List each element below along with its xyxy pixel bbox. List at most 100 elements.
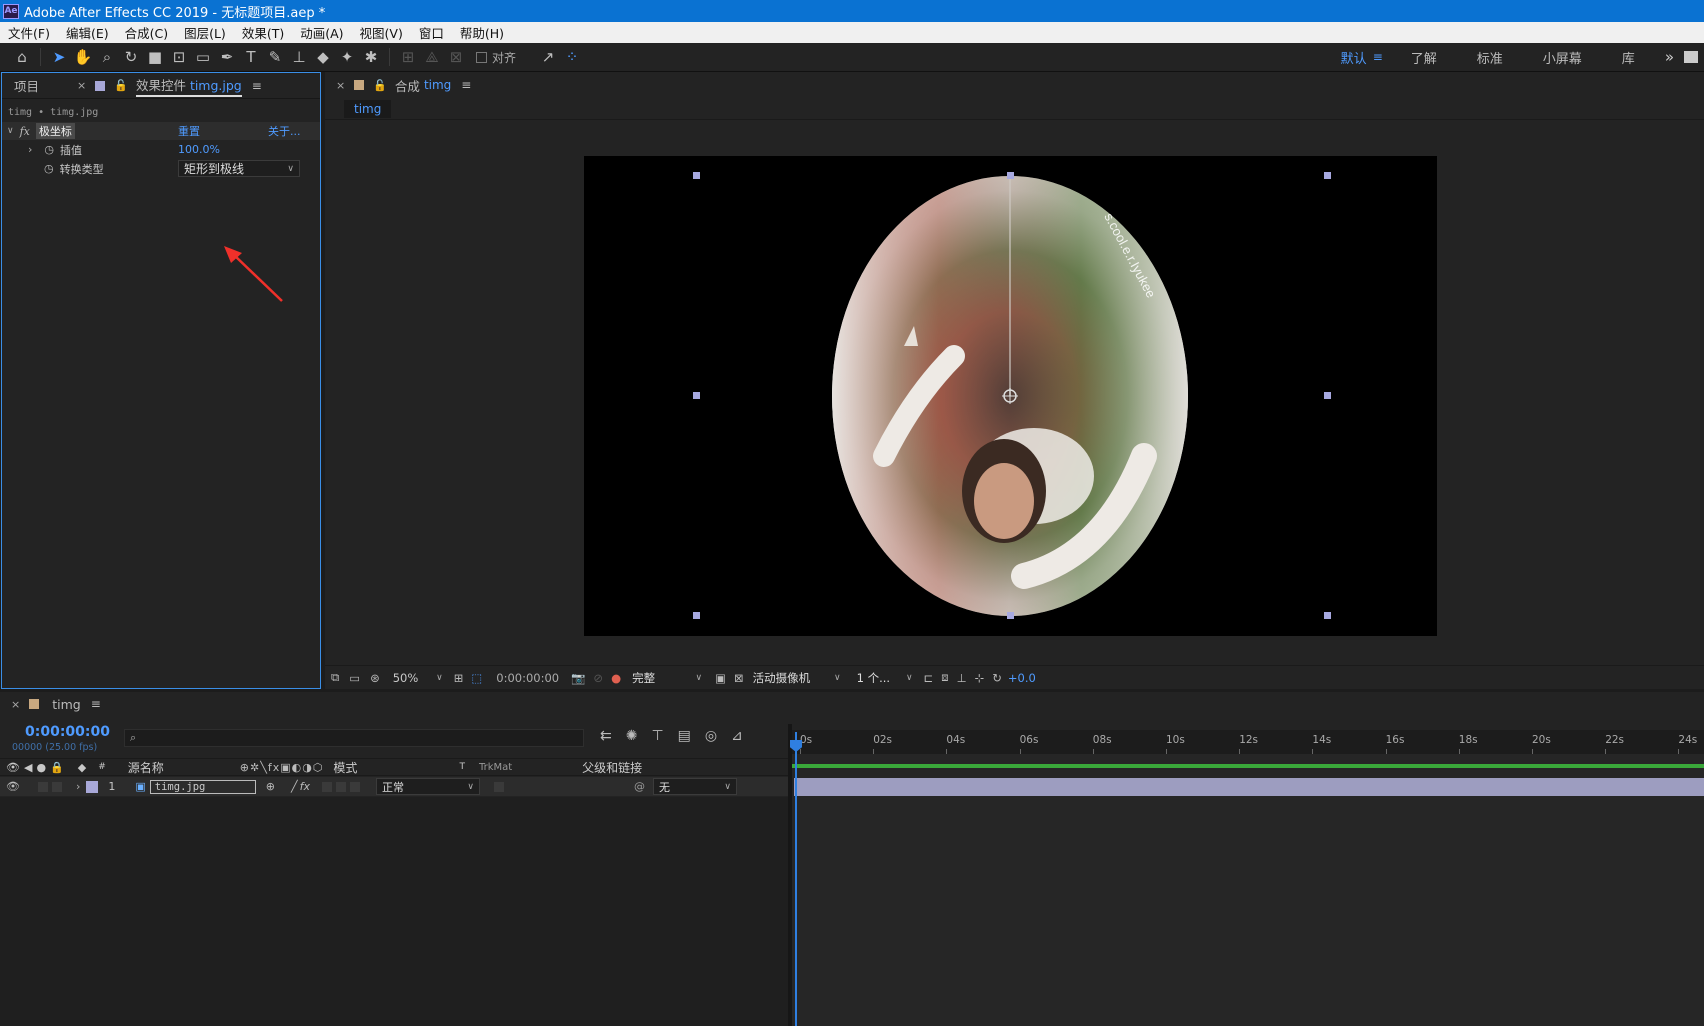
layer-search[interactable]: ⌕ [124,729,584,747]
exposure-value[interactable]: +0.0 [1008,671,1036,685]
layer-handle[interactable] [693,172,700,179]
frame-blending-icon[interactable]: ▤ [678,728,691,744]
about-link[interactable]: 关于... [268,123,301,139]
snap-edges-icon[interactable]: ↗ [536,46,560,68]
layer-handle[interactable] [1324,172,1331,179]
menu-edit[interactable]: 编辑(E) [58,23,117,42]
menu-composition[interactable]: 合成(C) [117,23,176,42]
workspace-overflow-icon[interactable]: » [1665,48,1674,66]
workspace-menu-icon[interactable]: ≡ [1373,50,1383,64]
menu-animation[interactable]: 动画(A) [292,23,351,42]
rotate-tool-icon[interactable]: ↻ [119,46,143,68]
fx-switch-icon[interactable]: fx [300,780,310,793]
workspace-learn[interactable]: 了解 [1391,48,1457,67]
table-row[interactable]: 👁 › 1 ▣ timg.jpg ⊕ ╱ fx 正常 ∨ @ 无 ∨ [0,777,790,796]
clone-stamp-tool-icon[interactable]: ⊥ [287,46,311,68]
switch-box[interactable] [322,781,333,792]
interpolation-value[interactable]: 100.0% [178,143,220,156]
track-area[interactable] [792,796,1704,1026]
menu-file[interactable]: 文件(F) [0,23,58,42]
switch-box[interactable] [336,781,347,792]
pick-whip-icon[interactable]: @ [634,780,645,793]
stopwatch-icon[interactable]: ◷ [44,162,54,175]
workspace-standard[interactable]: 标准 [1457,48,1523,67]
snapping-toggle[interactable]: 对齐 [476,49,516,66]
layer-name[interactable]: timg.jpg [149,779,256,794]
show-snapshot-icon[interactable]: ⊘ [593,671,603,685]
reset-exposure-icon[interactable]: ↻ [992,671,1002,685]
views-dropdown[interactable]: 1 个... ∨ [852,669,918,686]
lock-icon[interactable]: 🔓 [373,79,387,92]
parent-dropdown[interactable]: 无 ∨ [653,778,738,795]
toggle-pixel-aspect-icon[interactable]: ⊏ [924,671,934,685]
flowchart-icon[interactable]: ⊹ [975,671,985,685]
stopwatch-icon[interactable]: ◷ [44,143,54,156]
solo-icon[interactable]: ● [36,761,46,774]
menu-help[interactable]: 帮助(H) [452,23,512,42]
resolution-dropdown[interactable]: 完整 ∨ [627,669,707,686]
source-name-header[interactable]: 源名称 [128,759,164,776]
close-tab-icon[interactable]: × [77,79,86,92]
menu-window[interactable]: 窗口 [411,23,452,42]
reset-link[interactable]: 重置 [178,123,200,139]
layer-duration-bar[interactable] [794,778,1704,796]
close-tab-icon[interactable]: × [11,698,20,711]
puppet-pin-tool-icon[interactable]: ✱ [359,46,383,68]
title-action-safe-icon[interactable]: ⬚ [471,671,482,685]
lock-column-icon[interactable]: 🔒 [50,761,64,774]
graph-editor-icon[interactable]: ⊿ [731,728,743,744]
shy-layers-icon[interactable]: ⊤ [651,728,663,744]
motion-blur-icon[interactable]: ◎ [705,728,717,744]
tab-composition[interactable]: timg [424,78,451,92]
fast-previews-icon[interactable]: ⧈ [941,670,948,685]
tab-effect-controls[interactable]: 效果控件 timg.jpg [135,75,242,97]
playhead-line[interactable] [795,732,797,1026]
region-of-interest-icon[interactable]: ▣ [715,671,726,685]
comp-viewer[interactable]: s.cool.e.r.Iyukee [584,156,1437,636]
mask-visibility-icon[interactable]: ⊛ [370,671,380,685]
preserve-transparency-box[interactable] [494,781,505,792]
monitor-icon[interactable]: ▭ [349,671,360,685]
camera-dropdown[interactable]: 活动摄像机 ∨ [748,669,846,686]
quality-switch-icon[interactable]: ╱ [291,780,298,793]
layer-handle[interactable] [1324,392,1331,399]
layer-handle[interactable] [693,392,700,399]
zoom-dropdown[interactable]: 50% ∨ [388,669,448,686]
pen-tool-icon[interactable]: ✒ [215,46,239,68]
time-ruler[interactable]: 0s 02s 04s 06s 08s 10s 12s 14s 16s 18s 20s 22s 24s [792,730,1704,754]
label-tag-icon[interactable]: ◆ [78,761,86,774]
layer-handle[interactable] [1007,172,1014,179]
layer-handle[interactable] [1324,612,1331,619]
panel-menu-icon[interactable]: ≡ [252,79,262,93]
brush-tool-icon[interactable]: ✎ [263,46,287,68]
audio-toggle-icon[interactable]: ◀ [24,761,32,774]
timeline-icon[interactable]: ⊥ [957,671,967,685]
view-axis-icon[interactable]: ⊠ [444,46,468,68]
world-axis-icon[interactable]: ⟁ [420,46,444,68]
menu-view[interactable]: 视图(V) [352,23,411,42]
video-toggle-icon[interactable]: 👁 [6,761,20,774]
roto-brush-tool-icon[interactable]: ✦ [335,46,359,68]
expand-chevron-icon[interactable]: › [76,780,80,793]
rectangle-tool-icon[interactable]: ▭ [191,46,215,68]
pan-behind-tool-icon[interactable]: ⊡ [167,46,191,68]
menu-layer[interactable]: 图层(L) [176,23,234,42]
snapshot-icon[interactable]: 📷 [571,671,585,685]
menu-effect[interactable]: 效果(T) [234,23,292,42]
effect-header-row[interactable]: ∨ fx 极坐标 重置 关于... [2,122,320,140]
fx-icon[interactable]: fx [20,125,30,138]
expand-chevron-icon[interactable]: › [28,143,32,156]
conversion-type-dropdown[interactable]: 矩形到极线 ∨ [178,160,300,177]
current-time-display[interactable]: 0:00:00:00 [496,671,559,685]
video-eye-icon[interactable]: 👁 [6,780,20,793]
local-axis-icon[interactable]: ⊞ [396,46,420,68]
home-icon[interactable]: ⌂ [10,46,34,68]
eraser-tool-icon[interactable]: ◆ [311,46,335,68]
tab-timeline[interactable]: timg [52,697,81,712]
lock-icon[interactable]: 🔓 [114,79,128,92]
color-channels-icon[interactable]: ● [611,671,621,685]
solo-box[interactable] [37,781,48,792]
shy-switch-icon[interactable]: ⊕ [266,780,275,793]
comp-subtab[interactable]: timg [344,99,392,118]
selection-tool-icon[interactable]: ➤ [47,46,71,68]
